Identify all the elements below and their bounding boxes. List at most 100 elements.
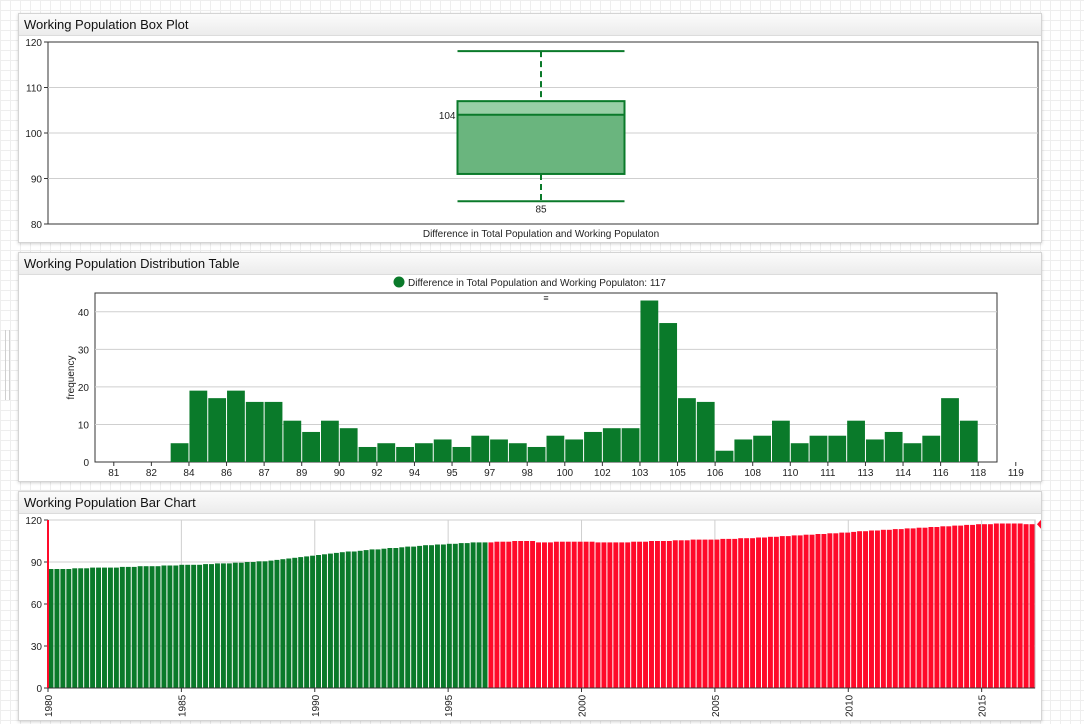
bar (72, 568, 78, 688)
histogram-bar (508, 443, 527, 462)
bar (179, 564, 185, 688)
bar (464, 543, 470, 688)
histogram-bar (734, 439, 753, 462)
bar (274, 559, 280, 688)
box-plot-title: Working Population Box Plot (19, 14, 1041, 36)
bar (393, 548, 399, 688)
y-tick-label: 10 (78, 420, 90, 431)
histogram-bar (790, 443, 809, 462)
bar (934, 527, 940, 688)
bar (577, 541, 583, 688)
x-axis-label: Difference in Total Population and Worki… (423, 229, 659, 240)
bar (143, 566, 149, 688)
histogram-bar (452, 446, 471, 462)
bar (940, 526, 946, 688)
bar (714, 539, 720, 688)
y-tick-label: 90 (31, 558, 43, 569)
histogram-bar (433, 439, 452, 462)
histogram-bar (414, 443, 433, 462)
bar (672, 540, 678, 688)
histogram-bar (283, 420, 302, 462)
x-tick-label: 1980 (44, 694, 55, 717)
bar (149, 566, 155, 688)
bar (542, 542, 547, 688)
bar (286, 558, 292, 688)
bar (1011, 523, 1017, 688)
bar (54, 569, 60, 688)
bar (666, 541, 672, 688)
bar (839, 532, 845, 688)
median-label: 104 (439, 111, 456, 122)
x-tick-label: 98 (522, 468, 534, 479)
bar (857, 531, 863, 688)
bar (429, 545, 434, 688)
bar (262, 561, 268, 688)
bar (226, 563, 232, 688)
bar (821, 534, 827, 688)
x-tick-label: 2010 (844, 694, 855, 717)
histogram-bar (922, 435, 941, 462)
bar (524, 541, 530, 688)
histogram-bar (809, 435, 828, 462)
bar (684, 540, 690, 688)
bar (119, 566, 125, 688)
bar (60, 569, 66, 688)
y-tick-label: 120 (25, 516, 42, 527)
menu-icon: ≡ (543, 293, 548, 303)
bar (607, 542, 613, 688)
bar (232, 562, 238, 688)
resize-handle[interactable] (5, 330, 10, 400)
bar (84, 568, 90, 688)
bar (952, 525, 958, 688)
bar (981, 524, 987, 688)
bar (803, 534, 809, 688)
bar (678, 540, 684, 688)
bar (732, 538, 738, 688)
y-tick-label: 100 (25, 129, 42, 140)
histogram-bar (170, 443, 189, 462)
bar (66, 569, 72, 688)
histogram-bar (847, 420, 865, 462)
x-tick-label: 119 (1008, 468, 1024, 479)
bar (738, 538, 744, 688)
bar (761, 537, 767, 688)
bar (869, 530, 874, 688)
box-upper-half (457, 101, 625, 115)
y-tick-label: 0 (83, 458, 89, 469)
bar (238, 562, 244, 688)
bar (131, 566, 137, 688)
x-tick-label: 2000 (578, 694, 589, 717)
bar (845, 532, 851, 688)
bar (298, 557, 304, 688)
bar (643, 541, 649, 688)
x-tick-label: 114 (895, 468, 911, 479)
bar (553, 541, 559, 688)
bar (613, 542, 619, 688)
histogram-bar (584, 431, 602, 462)
bar (351, 551, 357, 688)
histogram-bar (396, 446, 414, 462)
bar (536, 542, 541, 688)
bar (107, 567, 113, 688)
x-tick-label: 103 (632, 468, 649, 479)
bar (113, 567, 119, 688)
histogram-bar (772, 420, 790, 462)
histogram-bar (189, 390, 208, 462)
y-tick-label: 30 (31, 642, 43, 653)
x-tick-label: 81 (108, 468, 120, 479)
bar (547, 542, 553, 688)
bar (779, 536, 785, 688)
y-tick-label: 0 (36, 684, 42, 695)
histogram-bar (659, 323, 678, 462)
bar (476, 542, 482, 688)
bar (494, 541, 500, 688)
legend-marker (393, 276, 405, 288)
bar (173, 565, 179, 688)
x-tick-label: 108 (744, 468, 761, 479)
bar (90, 567, 96, 688)
x-tick-label: 118 (970, 468, 986, 479)
bar (958, 525, 964, 688)
histogram-bar (227, 390, 245, 462)
bar (381, 548, 387, 688)
bar (690, 539, 696, 688)
